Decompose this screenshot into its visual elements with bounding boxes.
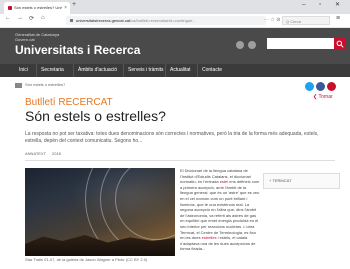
image-caption: Star Trails 01-07, de la galeria de Jaso… — [25, 257, 148, 262]
share-icon[interactable] — [327, 82, 336, 91]
back-icon[interactable]: ← — [5, 15, 11, 21]
nav-item-ambits[interactable]: Àmbits d'actuació — [73, 64, 121, 77]
breadcrumb-home-icon[interactable] — [15, 83, 22, 88]
body-highlight[interactable]: estel — [220, 179, 228, 184]
breadcrumb[interactable]: Són estels o estrelles? — [25, 82, 65, 87]
site-search-input[interactable] — [267, 38, 334, 49]
back-link[interactable]: ❮ Tornar — [313, 94, 333, 100]
nav-item-secretaria[interactable]: Secretaria — [36, 64, 68, 77]
body-text: ens defineix com a primera accepció, amb… — [180, 179, 260, 241]
home-icon[interactable]: ⌂ — [41, 15, 45, 21]
nav-item-inici[interactable]: Inici — [15, 64, 32, 77]
twitter-icon[interactable] — [305, 82, 314, 91]
browser-tab[interactable]: Són estels o estrelles? Universitat i Re… — [4, 2, 70, 14]
accessibility-icon[interactable] — [236, 41, 244, 49]
tab-title: Són estels o estrelles? Universitat i Re… — [14, 5, 62, 10]
search-icon — [336, 40, 344, 48]
address-bar[interactable]: universitatsirecerca.gencat.cat/ca/butll… — [66, 16, 266, 25]
tab-favicon-icon — [8, 6, 12, 10]
nav-item-actualitat[interactable]: Actualitat — [165, 64, 195, 77]
article-lead: La resposta no pot ser taxativa: totes d… — [25, 131, 319, 144]
section-kicker: Butlletí RECERCAT — [25, 97, 113, 108]
window-controls[interactable]: – ▫ ✕ — [302, 1, 346, 8]
url-host: universitatsirecerca.gencat.cat — [76, 18, 131, 23]
menu-icon[interactable]: ≡ — [336, 15, 340, 22]
nav-item-contacte[interactable]: Contacte — [197, 64, 226, 77]
url-path: /ca/butlleti-recercat/arxiu-contingut/..… — [130, 18, 196, 23]
facebook-icon[interactable] — [316, 82, 325, 91]
body-highlight[interactable]: estrelles — [202, 235, 217, 240]
sidebar-link-termcat[interactable]: + TERMCAT — [269, 178, 291, 183]
new-tab-button[interactable]: + — [72, 1, 76, 8]
article-body: El Diccionari de la llengua catalana de … — [180, 168, 260, 252]
nav-item-serveis[interactable]: Serveis i tràmits — [123, 64, 168, 77]
site-navigation: Inici Secretaria Àmbits d'actuació Serve… — [0, 64, 350, 77]
article-image — [25, 168, 175, 256]
tab-close-icon[interactable]: × — [64, 2, 67, 14]
date-badge: 2018 — [52, 151, 61, 156]
divider — [25, 160, 335, 161]
site-title[interactable]: Universitats i Recerca — [15, 43, 140, 57]
browser-search-field[interactable]: Q Cerca — [282, 16, 330, 25]
url-action-icons[interactable]: ⋯ ☆ ⊙ — [264, 16, 280, 25]
sidebar-link-box[interactable]: + TERMCAT — [263, 173, 340, 189]
language-icon[interactable] — [248, 41, 256, 49]
page-title: Són estels o estrelles? — [25, 108, 166, 124]
logo-line-2: Govern.cat — [15, 37, 35, 42]
forward-icon[interactable]: → — [17, 15, 23, 21]
reload-icon[interactable]: ⟳ — [29, 15, 34, 22]
tag-badge[interactable]: ANNATEXT — [25, 151, 46, 156]
site-search-button[interactable] — [334, 38, 346, 49]
lock-icon — [70, 19, 73, 23]
